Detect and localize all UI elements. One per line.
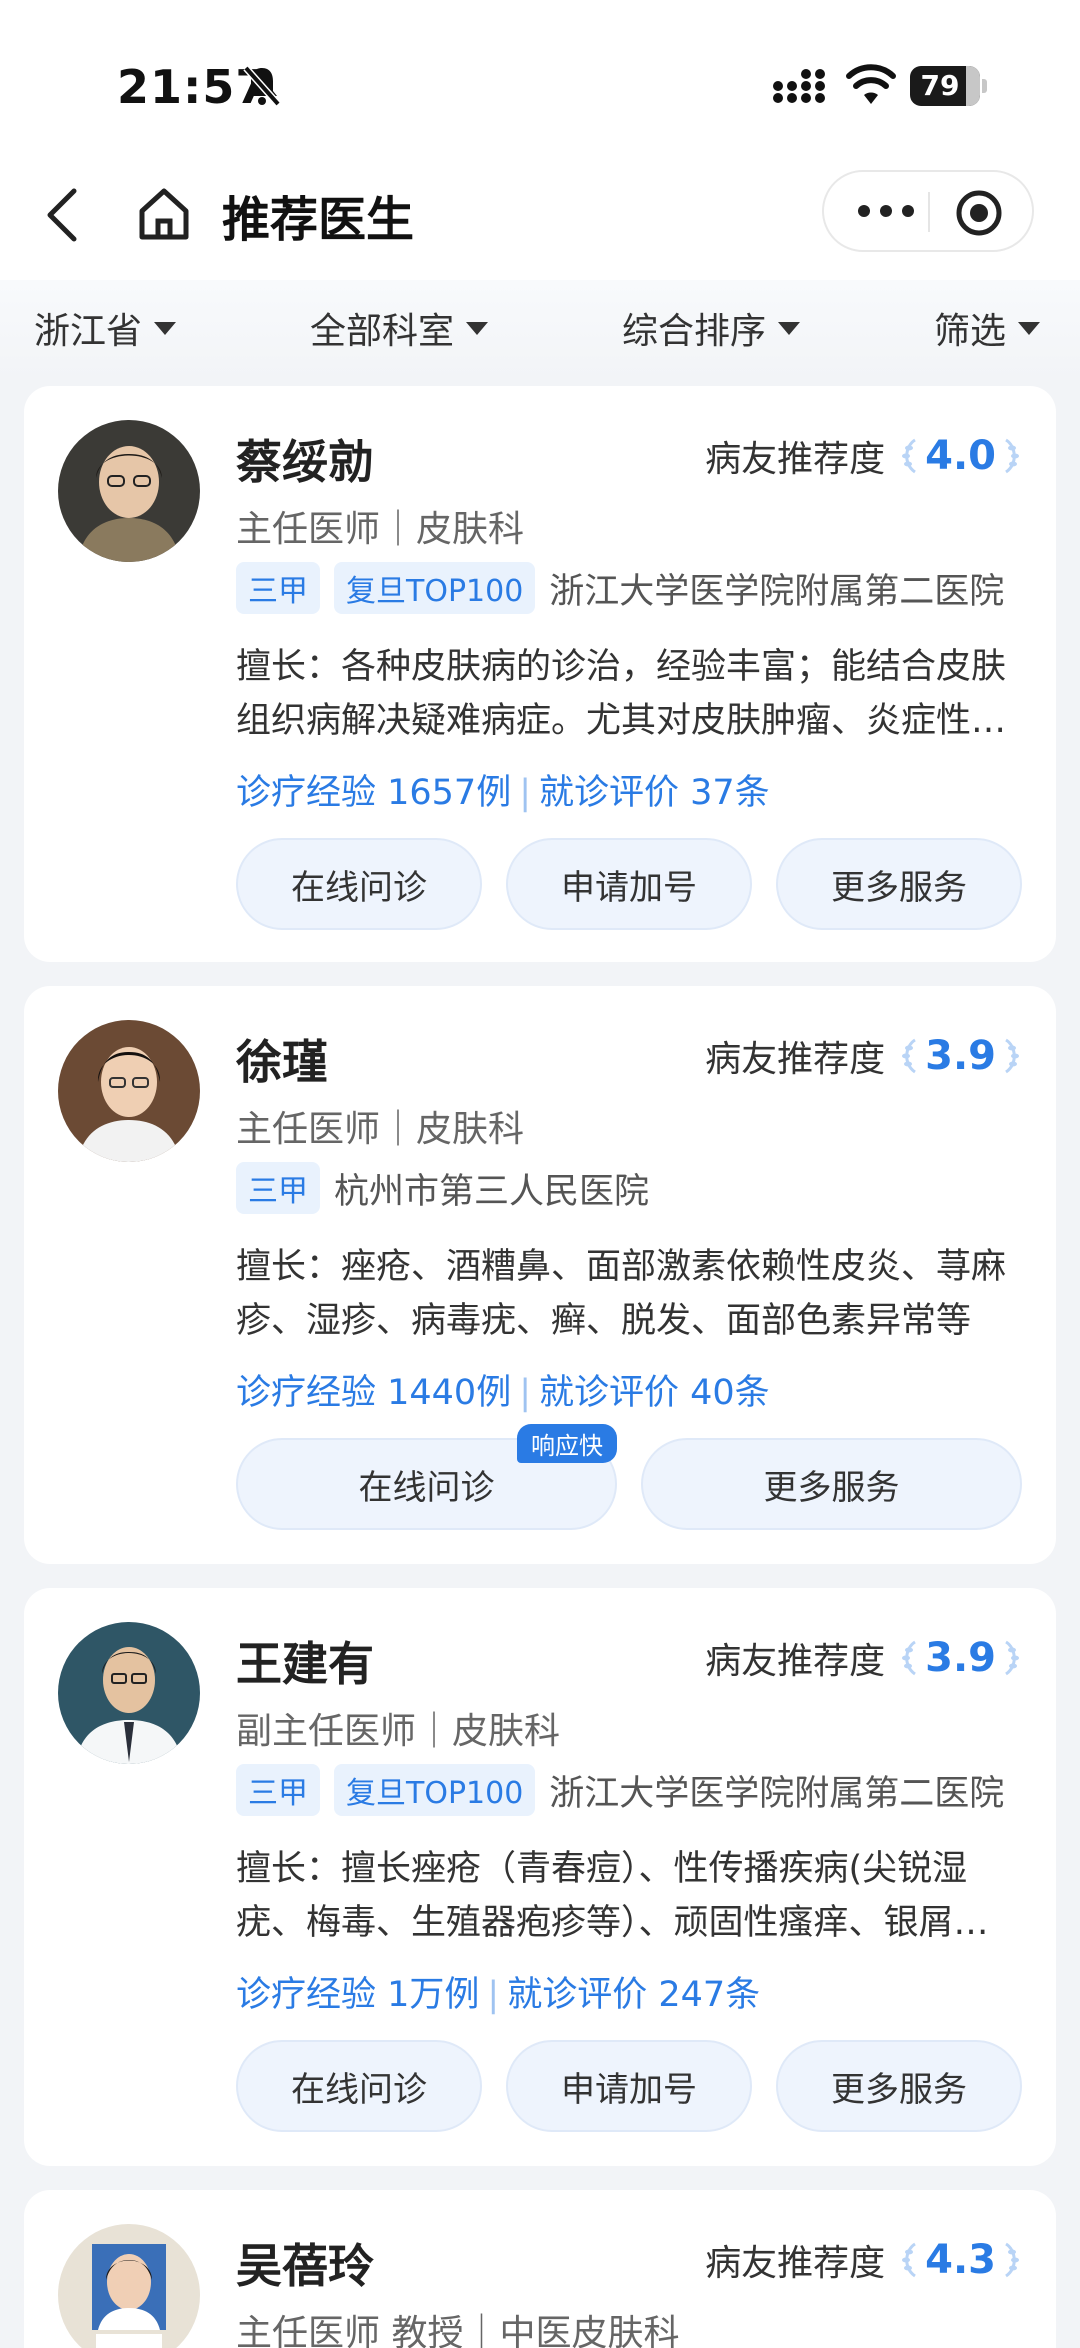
experience-count: 诊疗经验 1万例 [236,1975,480,2015]
laurel-left-icon [902,2242,917,2278]
review-count[interactable]: 就诊评价 247条 [507,1975,760,2015]
hospital-name: 杭州市第三人民医院 [334,1171,650,1212]
rating-label: 病友推荐度 [705,2243,886,2284]
experience-count: 诊疗经验 1657例 [236,773,512,813]
doctor-avatar [58,1622,200,1764]
tag-grade: 三甲 [236,562,320,614]
mini-program-capsule [822,170,1034,252]
online-consult-button[interactable]: 在线问诊 [236,2040,482,2132]
doctor-name: 蔡绥勍 [236,435,374,489]
hospital-name: 浙江大学医学院附属第二医院 [549,571,1005,612]
doctor-stats: 诊疗经验 1657例 | 就诊评价 37条 [236,773,770,813]
action-buttons: 在线问诊 申请加号 更多服务 [236,838,1022,930]
review-count[interactable]: 就诊评价 40条 [539,1373,770,1413]
doctor-name: 王建有 [236,1637,374,1691]
rating-label: 病友推荐度 [705,1641,886,1682]
doctor-specialty: 擅长：痤疮、酒糟鼻、面部激素依赖性皮炎、荨麻疹、湿疹、病毒疣、癣、脱发、面部色素… [236,1247,1007,1341]
recommend-rating: 病友推荐度 3.9 [705,1632,1022,1684]
laurel-left-icon [902,1640,917,1676]
capsule-divider [928,192,930,232]
more-services-button[interactable]: 更多服务 [641,1438,1022,1530]
review-count[interactable]: 就诊评价 37条 [539,773,770,813]
back-icon[interactable] [40,183,84,247]
doctor-title: 副主任医师｜皮肤科 [236,1711,561,1752]
tag-ranking: 复旦TOP100 [334,1764,536,1816]
filter-bar: 浙江省 全部科室 综合排序 筛选 [0,280,1080,380]
doctor-specialty: 擅长：擅长痤疮（青春痘）、性传播疾病(尖锐湿疣、梅毒、生殖器疱疹等）、顽固性瘙痒… [236,1849,989,1943]
rating-score: 4.0 [925,433,996,479]
muted-bell-icon [243,65,281,107]
battery-level: 79 [920,69,960,102]
signal-icon [773,69,825,103]
doctor-tags: 三甲 复旦TOP100 浙江大学医学院附属第二医院 [236,562,1022,614]
recommend-rating: 病友推荐度 4.3 [705,2234,1022,2286]
laurel-left-icon [902,438,917,474]
doctor-title: 主任医师 教授｜中医皮肤科 [236,2313,680,2348]
page-title: 推荐医生 [222,192,415,248]
rating-score: 3.9 [925,1033,996,1079]
laurel-right-icon [1005,1038,1019,1074]
nav-bar: 推荐医生 [0,165,1080,280]
laurel-right-icon [1005,438,1019,474]
doctor-card[interactable]: 徐瑾 病友推荐度 3.9 主任医师｜皮肤科 三甲 杭州市第三人民医院 擅长：痤疮… [24,986,1056,1564]
doctor-title: 主任医师｜皮肤科 [236,509,525,550]
doctor-avatar [58,420,200,562]
filter-sort[interactable]: 综合排序 [622,302,801,354]
tag-ranking: 复旦TOP100 [334,562,536,614]
doctor-avatar [58,1020,200,1162]
doctor-title: 主任医师｜皮肤科 [236,1109,525,1150]
filter-department[interactable]: 全部科室 [310,302,489,354]
action-buttons: 在线问诊 申请加号 更多服务 [236,2040,1022,2132]
laurel-right-icon [1005,2242,1019,2278]
doctor-stats: 诊疗经验 1440例 | 就诊评价 40条 [236,1373,770,1413]
online-consult-button[interactable]: 在线问诊 响应快 [236,1424,617,1530]
tag-grade: 三甲 [236,1764,320,1816]
more-icon[interactable] [854,198,918,224]
filter-province[interactable]: 浙江省 [34,302,177,354]
wifi-icon [846,64,896,104]
doctor-name: 徐瑾 [236,1035,328,1089]
more-services-button[interactable]: 更多服务 [776,2040,1022,2132]
request-appointment-button[interactable]: 申请加号 [506,2040,752,2132]
hospital-name: 浙江大学医学院附属第二医院 [549,1773,1005,1814]
home-icon[interactable] [134,183,194,243]
doctor-card[interactable]: 吴蓓玲 病友推荐度 4.3 主任医师 教授｜中医皮肤科 [24,2190,1056,2348]
status-bar: 21:57 79 [0,0,1080,165]
action-buttons: 在线问诊 响应快 更多服务 [236,1424,1022,1530]
rating-score: 4.3 [925,2237,996,2283]
dropdown-arrow-icon [1018,321,1041,335]
rating-label: 病友推荐度 [705,439,886,480]
tag-grade: 三甲 [236,1162,320,1214]
rating-score: 3.9 [925,1635,996,1681]
laurel-right-icon [1005,1640,1019,1676]
battery-icon: 79 [910,66,987,106]
close-target-icon[interactable] [954,188,1004,238]
filter-screen[interactable]: 筛选 [934,302,1041,354]
more-services-button[interactable]: 更多服务 [776,838,1022,930]
request-appointment-button[interactable]: 申请加号 [506,838,752,930]
doctor-name: 吴蓓玲 [236,2239,374,2293]
doctor-tags: 三甲 复旦TOP100 浙江大学医学院附属第二医院 [236,1764,1022,1816]
dropdown-arrow-icon [778,321,801,335]
laurel-left-icon [902,1038,917,1074]
recommend-rating: 病友推荐度 3.9 [705,1030,1022,1082]
online-consult-button[interactable]: 在线问诊 [236,838,482,930]
experience-count: 诊疗经验 1440例 [236,1373,512,1413]
dropdown-arrow-icon [466,321,489,335]
doctor-tags: 三甲 杭州市第三人民医院 [236,1162,1022,1214]
fast-response-badge: 响应快 [517,1424,617,1463]
doctor-avatar [58,2224,200,2348]
dropdown-arrow-icon [154,321,177,335]
doctor-card[interactable]: 蔡绥勍 病友推荐度 4.0 主任医师｜皮肤科 三甲 复旦TOP100 浙江大学医… [24,386,1056,962]
online-consult-label: 在线问诊 [358,1467,495,1508]
doctor-specialty: 擅长：各种皮肤病的诊治，经验丰富；能结合皮肤组织病解决疑难病症。尤其对皮肤肿瘤、… [236,647,1007,741]
doctor-stats: 诊疗经验 1万例 | 就诊评价 247条 [236,1975,761,2015]
recommend-rating: 病友推荐度 4.0 [705,430,1022,482]
rating-label: 病友推荐度 [705,1039,886,1080]
doctor-card[interactable]: 王建有 病友推荐度 3.9 副主任医师｜皮肤科 三甲 复旦TOP100 浙江大学… [24,1588,1056,2166]
